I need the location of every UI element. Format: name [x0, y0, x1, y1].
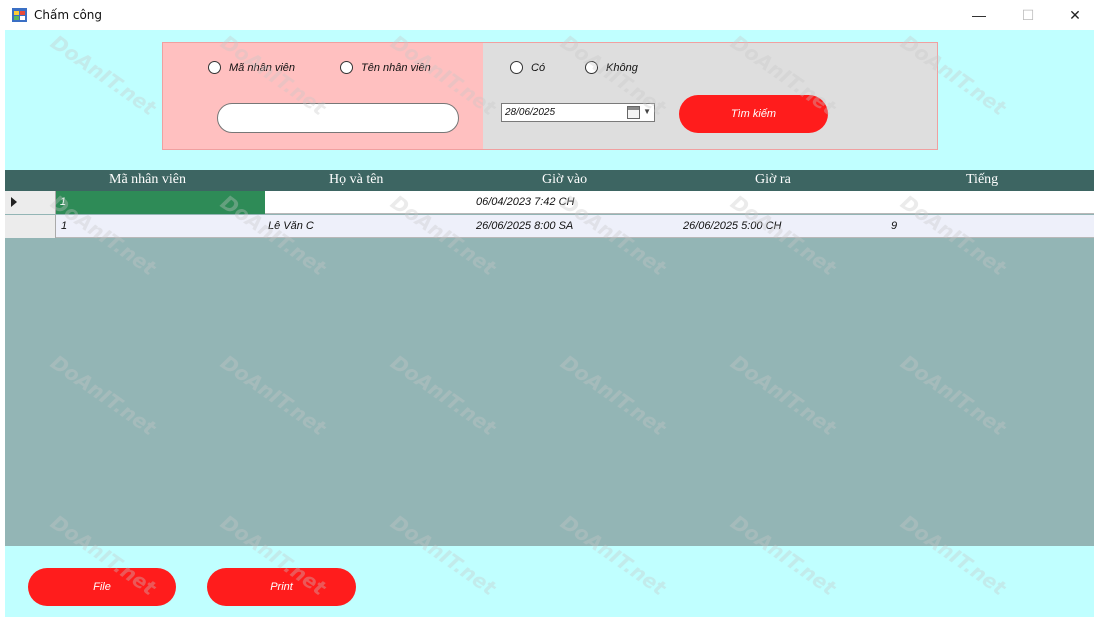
minimize-button[interactable]: —	[956, 0, 1002, 30]
search-input[interactable]	[217, 103, 459, 133]
radio-employee-id[interactable]: Mã nhân viên	[208, 61, 295, 74]
row-header[interactable]	[5, 215, 56, 238]
radio-employee-name[interactable]: Tên nhân viên	[340, 61, 431, 74]
row-header[interactable]	[5, 191, 56, 214]
radio-yes-label: Có	[531, 61, 546, 74]
attendance-grid[interactable]: Mã nhân viên Họ và tên Giờ vào Giờ ra Ti…	[5, 170, 1094, 546]
radio-circle-icon[interactable]	[585, 61, 598, 74]
column-header-time-in[interactable]: Giờ vào	[542, 172, 587, 188]
column-header-time-out[interactable]: Giờ ra	[755, 172, 791, 188]
cell-employee-id[interactable]: 1	[61, 220, 67, 232]
window-title: Chấm công	[34, 8, 103, 22]
cell-employee-id: 1	[60, 196, 67, 208]
chevron-down-icon[interactable]: ▼	[643, 107, 651, 116]
date-picker[interactable]: 28/06/2025 ▼	[501, 103, 655, 122]
column-header-hours[interactable]: Tiếng	[966, 172, 998, 188]
file-button[interactable]: File	[28, 568, 176, 606]
radio-no-label: Không	[606, 61, 638, 74]
title-bar: Chấm công — ☐ ✕	[0, 0, 1094, 30]
radio-yes[interactable]: Có	[510, 61, 545, 74]
radio-circle-icon[interactable]	[510, 61, 523, 74]
selected-cell[interactable]: 1	[56, 191, 265, 214]
close-button[interactable]: ✕	[1052, 0, 1094, 30]
radio-employee-name-label: Tên nhân viên	[361, 61, 431, 74]
cell-time-in[interactable]: 26/06/2025 8:00 SA	[476, 220, 573, 232]
print-button[interactable]: Print	[207, 568, 356, 606]
maximize-button[interactable]: ☐	[1005, 0, 1051, 30]
cell-hours[interactable]: 9	[891, 220, 897, 232]
radio-employee-id-label: Mã nhân viên	[229, 61, 296, 74]
column-header-employee-id[interactable]: Mã nhân viên	[109, 172, 186, 188]
radio-circle-icon[interactable]	[340, 61, 353, 74]
table-row[interactable]: 1 Lê Văn C 26/06/2025 8:00 SA 26/06/2025…	[5, 215, 1094, 238]
table-row[interactable]: 1 06/04/2023 7:42 CH	[5, 191, 1094, 214]
search-button[interactable]: Tìm kiếm	[679, 95, 828, 133]
search-panel-left	[162, 42, 483, 150]
calendar-icon[interactable]	[627, 106, 640, 119]
date-value: 28/06/2025	[505, 107, 556, 118]
cell-time-out[interactable]: 26/06/2025 5:00 CH	[683, 220, 781, 232]
column-header-full-name[interactable]: Họ và tên	[329, 172, 383, 188]
app-icon	[12, 8, 27, 22]
grid-header: Mã nhân viên Họ và tên Giờ vào Giờ ra Ti…	[5, 170, 1094, 191]
current-row-arrow-icon	[11, 197, 17, 207]
cell-time-in[interactable]: 06/04/2023 7:42 CH	[476, 196, 574, 208]
radio-circle-icon[interactable]	[208, 61, 221, 74]
cell-full-name[interactable]: Lê Văn C	[268, 220, 314, 232]
radio-no[interactable]: Không	[585, 61, 638, 74]
